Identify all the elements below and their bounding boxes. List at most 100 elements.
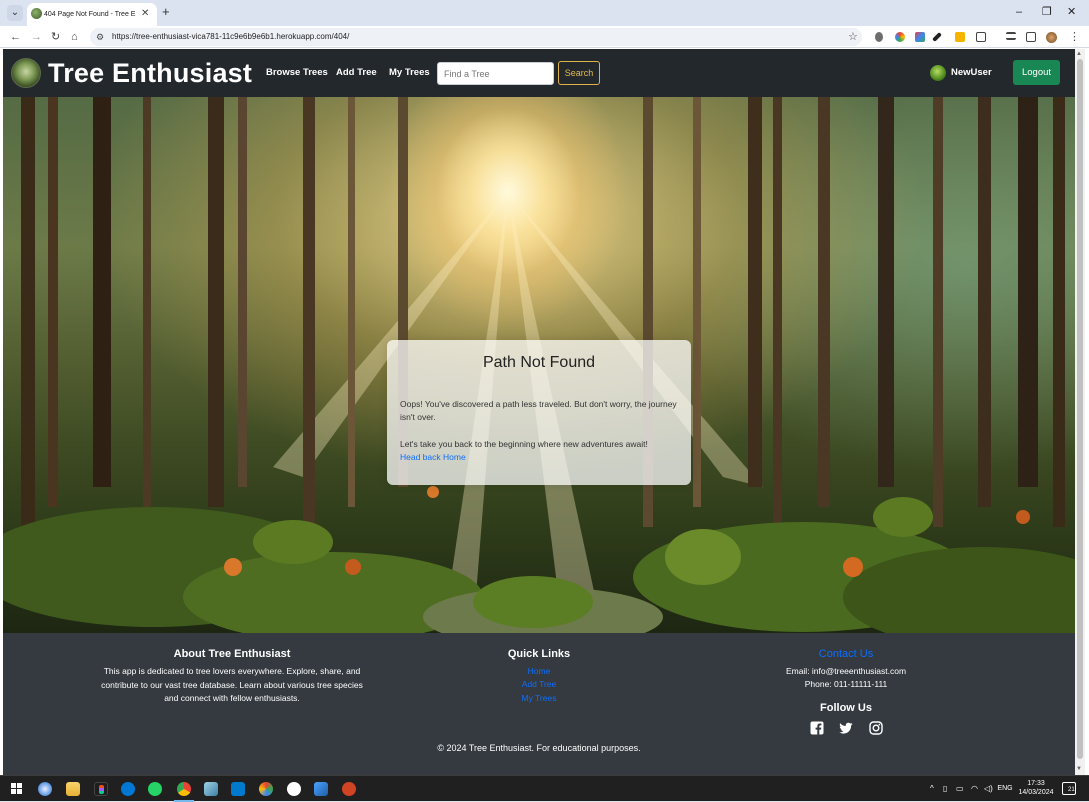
tree-trunk	[93, 97, 111, 487]
reload-icon[interactable]: ↻	[51, 29, 60, 45]
wifi-icon[interactable]: ◠	[971, 784, 978, 794]
screen: ⌄ 404 Page Not Found - Tree Ent ✕ + – ❐ …	[0, 0, 1089, 802]
tree-trunk	[878, 97, 894, 487]
not-found-card: Path Not Found Oops! You've discovered a…	[387, 340, 691, 485]
tree-trunk	[978, 97, 991, 507]
notification-count: 21	[1068, 787, 1075, 793]
tree-trunk	[933, 97, 943, 527]
contact-email: Email: info@treeenthusiast.com	[785, 666, 907, 676]
nav-browse-trees[interactable]: Browse Trees	[266, 66, 328, 80]
home-icon[interactable]: ⌂	[71, 29, 78, 45]
profile-avatar-icon[interactable]	[1046, 32, 1057, 43]
tree-trunk	[1018, 97, 1038, 487]
browser-tab-bar: ⌄ 404 Page Not Found - Tree Ent ✕ + – ❐ …	[0, 0, 1089, 26]
skype-icon[interactable]	[121, 782, 135, 796]
site-info-icon[interactable]: ⚙	[96, 29, 104, 45]
tree-logo-icon[interactable]	[11, 58, 41, 88]
mossy-ground	[3, 486, 1075, 633]
windows-start-icon[interactable]	[11, 783, 22, 794]
scroll-up-icon[interactable]: ▲	[1076, 50, 1082, 58]
whatsapp-icon[interactable]	[148, 782, 162, 796]
footer-link-add-tree[interactable]: Add Tree	[489, 678, 589, 692]
user-avatar[interactable]	[930, 65, 946, 81]
site-navbar: Tree Enthusiast Browse Trees Add Tree My…	[3, 49, 1075, 97]
tree-trunk	[693, 97, 701, 507]
tree-trunk	[143, 97, 151, 527]
device-icon[interactable]: ▯	[943, 784, 947, 794]
twitter-icon[interactable]	[839, 721, 853, 735]
color-extension-icon[interactable]	[895, 32, 905, 42]
tab-title: 404 Page Not Found - Tree Ent	[44, 11, 136, 18]
browser-menu-icon[interactable]: ⋮	[1069, 29, 1080, 45]
tree-search-input[interactable]	[437, 62, 554, 85]
restore-icon[interactable]: ❐	[1042, 5, 1052, 19]
tree-trunk	[238, 97, 247, 487]
minimize-icon[interactable]: –	[1016, 5, 1022, 19]
search-button[interactable]: Search	[558, 61, 600, 85]
tree-favicon-icon	[31, 8, 42, 19]
tree-trunk	[21, 97, 35, 527]
head-back-home-link[interactable]: Head back Home	[400, 451, 466, 464]
contact-title[interactable]: Contact Us	[746, 647, 946, 661]
new-tab-icon[interactable]: +	[162, 4, 170, 20]
window-close-icon[interactable]: ✕	[1067, 5, 1076, 19]
copyright-text: © 2024 Tree Enthusiast. For educational …	[437, 743, 641, 753]
forward-icon[interactable]: →	[31, 29, 42, 45]
notepad-icon[interactable]	[204, 782, 218, 796]
input-language[interactable]: ENG	[996, 784, 1014, 793]
figma-icon[interactable]	[94, 782, 108, 796]
bookmark-star-icon[interactable]: ☆	[848, 29, 858, 45]
extensions-puzzle-icon[interactable]	[976, 32, 986, 42]
tab-close-icon[interactable]: ✕	[141, 7, 149, 21]
footer-link-home[interactable]: Home	[489, 665, 589, 679]
browser-tab[interactable]: 404 Page Not Found - Tree Ent ✕	[27, 3, 157, 26]
site-footer: About Tree Enthusiast This app is dedica…	[3, 633, 1075, 775]
tree-trunk	[303, 97, 315, 527]
show-hidden-icons-icon[interactable]: ^	[930, 784, 934, 794]
volume-icon[interactable]: ◁)	[984, 784, 993, 794]
chrome-icon[interactable]	[177, 782, 191, 796]
tree-trunk	[208, 97, 224, 507]
facebook-icon[interactable]	[810, 721, 824, 735]
scroll-thumb[interactable]	[1077, 59, 1083, 759]
tree-trunk	[48, 97, 58, 507]
tree-trunk	[1053, 97, 1065, 527]
pen-extension-icon[interactable]	[932, 32, 942, 42]
tree-trunk	[818, 97, 830, 507]
snipping-tool-icon[interactable]	[314, 782, 328, 796]
reading-list-icon[interactable]	[1006, 32, 1016, 40]
notification-center-icon[interactable]: 21	[1062, 782, 1076, 795]
footer-link-my-trees[interactable]: My Trees	[489, 692, 589, 706]
page-scrollbar[interactable]: ▲ ▼	[1075, 49, 1085, 775]
bookmark-extension-icon[interactable]	[955, 32, 965, 42]
logout-button[interactable]: Logout	[1013, 60, 1060, 85]
powerpoint-icon[interactable]	[342, 782, 356, 796]
tab-search-chevron-icon[interactable]: ⌄	[7, 5, 23, 21]
nav-add-tree[interactable]: Add Tree	[336, 66, 377, 80]
web-page: Tree Enthusiast Browse Trees Add Tree My…	[3, 49, 1075, 775]
microphone-icon[interactable]	[875, 32, 883, 42]
scroll-down-icon[interactable]: ▼	[1076, 765, 1082, 773]
weather-app-icon[interactable]	[38, 782, 52, 796]
username-label[interactable]: NewUser	[951, 66, 992, 80]
clock-time[interactable]: 17:33	[1016, 779, 1056, 788]
photos-icon[interactable]	[259, 782, 273, 796]
follow-us-title: Follow Us	[820, 702, 872, 714]
palette-extension-icon[interactable]	[915, 32, 925, 42]
vscode-icon[interactable]	[231, 782, 245, 796]
quick-links-title: Quick Links	[507, 648, 571, 660]
url-text[interactable]: https://tree-enthusiast-vica781-11c9e6b9…	[112, 29, 349, 45]
clock-date[interactable]: 14/03/2024	[1016, 788, 1056, 797]
forest-hero-background: Path Not Found Oops! You've discovered a…	[3, 97, 1075, 633]
side-panel-icon[interactable]	[1026, 32, 1036, 42]
chat-app-icon[interactable]	[287, 782, 301, 796]
tree-trunk	[748, 97, 762, 487]
instagram-icon[interactable]	[869, 721, 883, 735]
brand-name[interactable]: Tree Enthusiast	[48, 55, 252, 91]
address-bar[interactable]: ⚙ https://tree-enthusiast-vica781-11c9e6…	[90, 28, 862, 46]
contact-phone: Phone: 011-11111-111	[804, 679, 888, 689]
back-icon[interactable]: ←	[10, 29, 21, 45]
file-explorer-icon[interactable]	[66, 782, 80, 796]
nav-my-trees[interactable]: My Trees	[389, 66, 430, 80]
battery-icon[interactable]: ▭	[956, 784, 964, 794]
